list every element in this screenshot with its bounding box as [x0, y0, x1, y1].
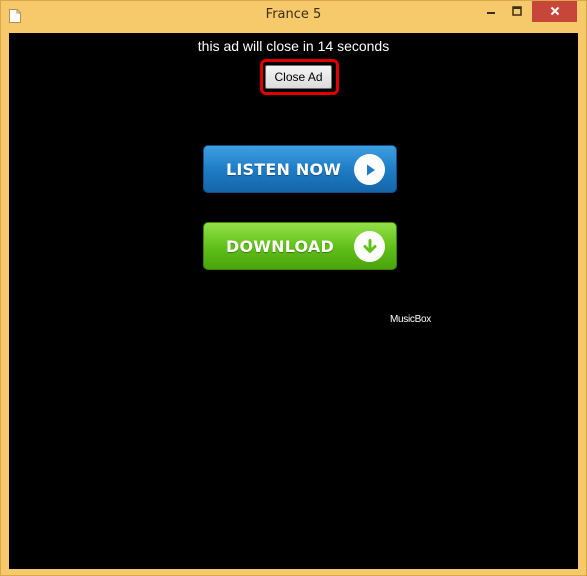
maximize-icon [512, 3, 522, 21]
listen-now-label: LISTEN NOW [226, 160, 342, 179]
ad-content-area: this ad will close in 14 seconds Close A… [9, 33, 578, 569]
close-ad-button[interactable]: Close Ad [265, 65, 332, 89]
close-window-button[interactable] [532, 1, 577, 22]
title-bar[interactable]: France 5 [1, 1, 586, 33]
app-window: France 5 this ad will close in 14 second… [0, 0, 587, 576]
download-arrow-icon [354, 231, 385, 262]
download-button[interactable]: DOWNLOAD [203, 222, 397, 270]
ad-countdown-text: this ad will close in 14 seconds [197, 38, 390, 54]
listen-now-button[interactable]: LISTEN NOW [203, 145, 397, 193]
minimize-icon [486, 3, 496, 21]
download-label: DOWNLOAD [226, 237, 334, 256]
close-icon [550, 3, 560, 21]
brand-label: MusicBox [390, 314, 431, 325]
maximize-button[interactable] [504, 1, 530, 22]
minimize-button[interactable] [477, 1, 504, 22]
play-icon [354, 154, 385, 185]
